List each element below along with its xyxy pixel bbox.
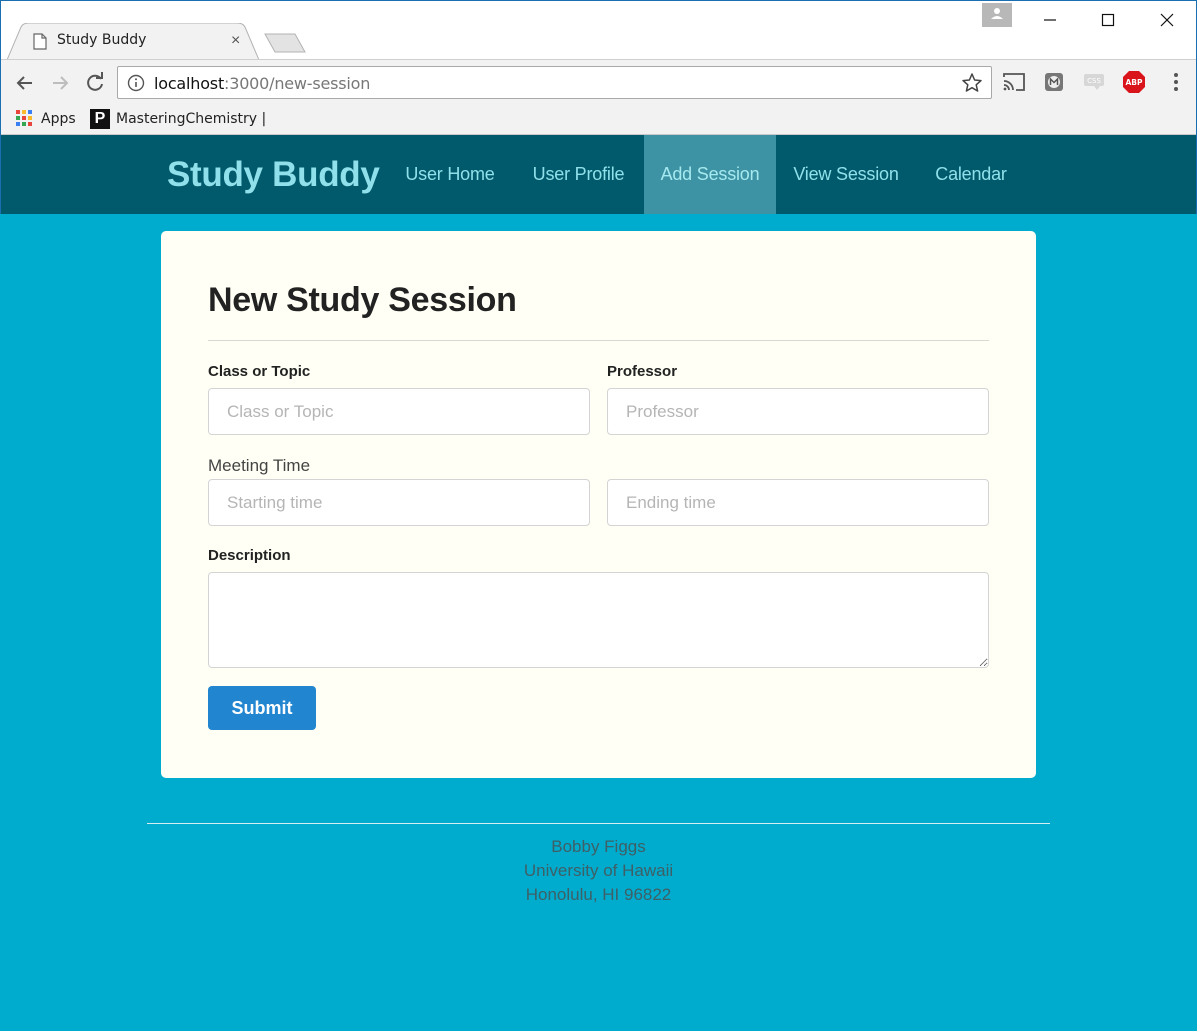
brand-logo[interactable]: Study Buddy — [167, 155, 380, 195]
title-bar: Study Buddy × — [1, 1, 1196, 60]
url-host: localhost — [154, 74, 225, 93]
professor-input[interactable] — [607, 388, 989, 435]
nav-add-session[interactable]: Add Session — [644, 135, 776, 214]
class-input[interactable] — [208, 388, 590, 435]
css-extension-icon[interactable]: CSS — [1081, 69, 1107, 95]
browser-window: Study Buddy × localhost:3000/new-session… — [0, 0, 1197, 135]
nav-user-profile[interactable]: User Profile — [513, 135, 644, 214]
footer-university: University of Hawaii — [523, 861, 674, 880]
minimize-icon[interactable] — [1027, 7, 1073, 35]
new-tab-button[interactable] — [263, 33, 307, 53]
nav-calendar[interactable]: Calendar — [916, 135, 1026, 214]
tab-title: Study Buddy — [57, 32, 147, 48]
url-path: :3000/new-session — [224, 74, 371, 93]
browser-toolbar: localhost:3000/new-session CSS ABP — [1, 59, 1196, 103]
profile-icon[interactable] — [982, 3, 1012, 27]
apps-grid-icon — [16, 110, 34, 128]
url-text: localhost:3000/new-session — [154, 74, 370, 93]
footer-divider — [147, 823, 1050, 824]
bookmarks-bar: Apps P MasteringChemistry | — [1, 103, 1196, 135]
svg-text:CSS: CSS — [1087, 77, 1101, 85]
start-time-input[interactable] — [208, 479, 590, 526]
close-window-icon[interactable] — [1143, 7, 1189, 35]
back-arrow-icon[interactable] — [12, 70, 38, 96]
tab-close-icon[interactable]: × — [231, 32, 240, 50]
bookmark-label: MasteringChemistry | — [116, 111, 267, 127]
class-label: Class or Topic — [208, 363, 311, 380]
end-time-input[interactable] — [607, 479, 989, 526]
info-icon[interactable] — [127, 74, 145, 92]
footer: Bobby Figgs University of Hawaii Honolul… — [0, 835, 1197, 907]
footer-name: Bobby Figgs — [551, 837, 646, 856]
maximize-icon[interactable] — [1085, 7, 1131, 35]
page-icon — [33, 33, 47, 50]
professor-label: Professor — [607, 363, 678, 380]
cast-icon[interactable] — [1001, 69, 1027, 95]
description-textarea[interactable] — [208, 572, 989, 668]
submit-button[interactable]: Submit — [208, 686, 316, 730]
svg-text:ABP: ABP — [1125, 78, 1143, 87]
nav-user-home[interactable]: User Home — [387, 135, 513, 214]
site-navbar: Study Buddy User Home User Profile Add S… — [0, 135, 1197, 214]
pearson-p-icon: P — [90, 109, 110, 129]
nav-view-session[interactable]: View Session — [776, 135, 916, 214]
forward-arrow-icon[interactable] — [47, 70, 73, 96]
title-divider — [208, 340, 989, 341]
new-session-form: New Study Session Class or Topic Profess… — [161, 231, 1036, 778]
meeting-time-label: Meeting Time — [208, 456, 311, 475]
menu-dots-icon[interactable] — [1163, 69, 1189, 95]
bookmark-mastering-chemistry[interactable]: P MasteringChemistry | — [90, 108, 266, 130]
extension-m-icon[interactable] — [1041, 69, 1067, 95]
description-label: Description — [208, 547, 291, 564]
bookmark-apps[interactable]: Apps — [16, 108, 76, 130]
footer-address: Honolulu, HI 96822 — [525, 885, 672, 904]
adblock-icon[interactable]: ABP — [1121, 69, 1147, 95]
reload-icon[interactable] — [82, 70, 108, 96]
address-bar[interactable]: localhost:3000/new-session — [117, 66, 992, 99]
bookmark-label: Apps — [41, 111, 76, 127]
page-title: New Study Session — [208, 281, 517, 319]
bookmark-star-icon[interactable] — [961, 72, 983, 94]
